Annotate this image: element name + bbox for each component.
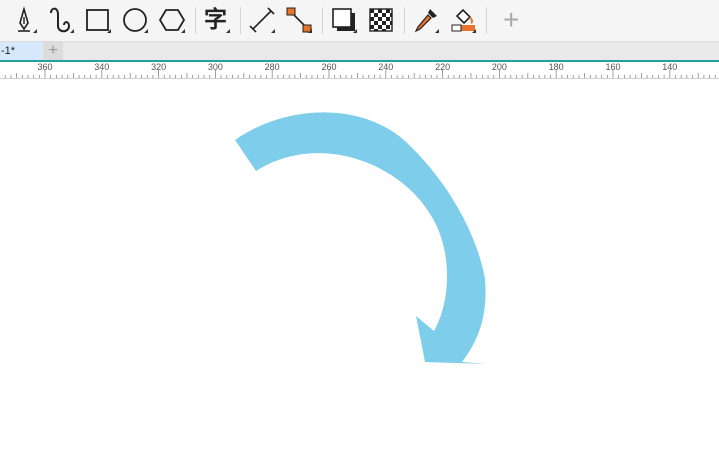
curved-arrow-shape[interactable]	[235, 112, 486, 364]
ruler-label: 340	[94, 62, 110, 72]
flyout-indicator	[107, 29, 111, 33]
flyout-indicator	[271, 29, 275, 33]
ruler-label: 160	[605, 62, 621, 72]
ruler-label: 300	[207, 62, 223, 72]
ruler-label: 200	[491, 62, 507, 72]
rectangle-tool-button[interactable]	[82, 4, 114, 36]
ruler-label: 180	[548, 62, 564, 72]
toolbar-separator	[486, 7, 487, 34]
polygon-tool-button[interactable]	[156, 4, 188, 36]
toolbar-separator	[404, 7, 405, 34]
ruler-label: 280	[264, 62, 280, 72]
ruler-label: 140	[662, 62, 678, 72]
drawing-canvas[interactable]	[0, 79, 719, 457]
transparency-tool-button[interactable]	[365, 4, 397, 36]
ruler-label: 220	[435, 62, 451, 72]
canvas-drawing	[235, 112, 486, 364]
horizontal-ruler[interactable]: 360 340 320 300 280 260 240 220 200 180 160 140	[0, 62, 719, 79]
flyout-indicator	[70, 29, 74, 33]
flyout-indicator	[33, 29, 37, 33]
drop-shadow-tool-button[interactable]	[328, 4, 360, 36]
pen-tool-button[interactable]	[8, 4, 40, 36]
document-tab[interactable]: -1*	[0, 42, 42, 60]
toolbar-separator	[322, 7, 323, 34]
document-tab-bar: -1* +	[0, 42, 719, 62]
ruler-label: 360	[37, 62, 53, 72]
ruler-label: 240	[378, 62, 394, 72]
flyout-indicator	[435, 29, 439, 33]
ruler-label: 260	[321, 62, 337, 72]
text-tool-button[interactable]: 字	[201, 4, 233, 36]
toolbar-separator	[240, 7, 241, 34]
connector-tool-button[interactable]	[283, 4, 315, 36]
interactive-fill-tool-button[interactable]	[447, 4, 479, 36]
flyout-indicator	[353, 29, 357, 33]
flyout-indicator	[144, 29, 148, 33]
dimension-tool-button[interactable]	[246, 4, 278, 36]
text-tool-icon: 字	[204, 7, 227, 33]
add-tool-icon: +	[503, 4, 520, 35]
flyout-indicator	[308, 29, 312, 33]
toolbox: 字 +	[0, 0, 719, 42]
new-document-tab-button[interactable]: +	[43, 42, 63, 60]
ellipse-tool-button[interactable]	[119, 4, 151, 36]
toolbar-separator	[195, 7, 196, 34]
transparency-tool-icon	[369, 8, 393, 32]
flyout-indicator	[472, 29, 476, 33]
eyedropper-tool-button[interactable]	[410, 4, 442, 36]
add-tool-button[interactable]: +	[497, 4, 529, 36]
ruler-label: 320	[151, 62, 167, 72]
freehand-tool-button[interactable]	[45, 4, 77, 36]
flyout-indicator	[226, 29, 230, 33]
flyout-indicator	[181, 29, 185, 33]
